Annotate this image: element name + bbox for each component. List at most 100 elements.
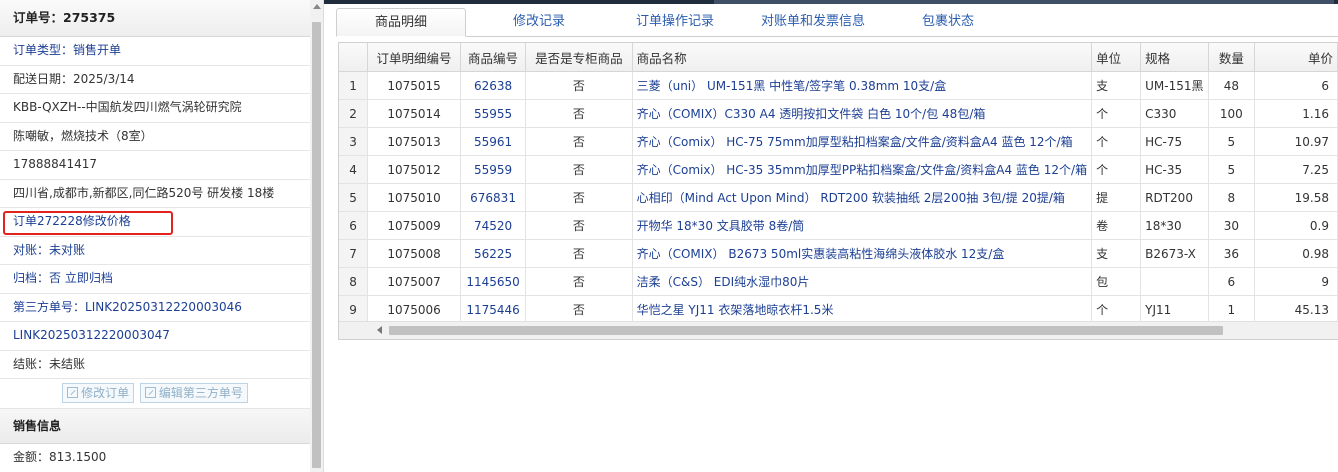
product-code[interactable]: 676831 xyxy=(460,183,527,212)
product-name[interactable]: 华恺之星 YJ11 衣架落地晾衣杆1.5米 xyxy=(632,295,1093,324)
amount-value: 813.1500 xyxy=(49,450,107,464)
product-name[interactable]: 洁柔（C&S） EDI纯水湿巾80片 xyxy=(632,267,1093,296)
detail-id: 1075014 xyxy=(367,99,461,128)
table-row[interactable]: 6 1075009 74520 否开物华 18*30 文具胶带 8卷/筒卷 18*30 3… xyxy=(339,211,1338,240)
horizontal-scroll-thumb[interactable] xyxy=(389,326,1223,335)
contact-row: 陈嘲敏，燃烧技术（8室） xyxy=(0,123,310,151)
product-code-header[interactable]: 商品编号 xyxy=(460,43,527,72)
scroll-thumb[interactable] xyxy=(312,22,321,468)
spec: RDT200 xyxy=(1140,183,1209,212)
tab-order-operations[interactable]: 订单操作记录 xyxy=(612,8,738,36)
table-row[interactable]: 2 1075014 55955 否齐心（COMIX）C330 A4 透明按扣文件袋 白… xyxy=(339,99,1338,128)
product-name[interactable]: 齐心（Comix） HC-75 75mm加厚型粘扣档案盒/文件盒/资料盒A4 蓝… xyxy=(632,127,1093,156)
settlement-row: 结账：未结账 xyxy=(0,351,310,379)
quantity: 6 xyxy=(1208,267,1256,296)
edit-order-button[interactable]: 修改订单 xyxy=(62,383,135,403)
row-number-header[interactable] xyxy=(339,43,369,72)
table-row[interactable]: 1 1075015 62638 否三菱（uni） UM-151黑 中性笔/签字笔 0.… xyxy=(339,71,1338,100)
tab-package-status[interactable]: 包裹状态 xyxy=(896,8,1000,36)
unit-price: 9 xyxy=(1254,267,1338,296)
amount-row: 金额：813.1500 xyxy=(0,444,310,472)
row-number: 3 xyxy=(339,127,369,156)
spec: YJ11 xyxy=(1140,295,1209,324)
unit-price: 0.98 xyxy=(1254,239,1338,268)
counter-product: 否 xyxy=(525,239,633,268)
quantity-header[interactable]: 数量 xyxy=(1208,43,1256,72)
counter-product: 否 xyxy=(525,295,633,324)
table-row[interactable]: 5 1075010 676831 否心相印（Mind Act Upon Mind） R… xyxy=(339,183,1338,212)
unit-price: 19.58 xyxy=(1254,183,1338,212)
unit-price-header[interactable]: 单价 xyxy=(1254,43,1338,72)
quantity: 48 xyxy=(1208,71,1256,100)
edit-third-party-button[interactable]: 编辑第三方单号 xyxy=(139,383,248,403)
reconciliation-row: 对账：未对账 xyxy=(0,237,310,265)
spec: B2673-X xyxy=(1140,239,1209,268)
product-name-header[interactable]: 商品名称 xyxy=(632,43,1093,72)
product-code[interactable]: 56225 xyxy=(460,239,527,268)
unit-header[interactable]: 单位 xyxy=(1091,43,1142,72)
row-number: 5 xyxy=(339,183,369,212)
table-row[interactable]: 8 1075007 1145650 否洁柔（C&S） EDI纯水湿巾80片包 6 9 xyxy=(339,267,1338,296)
highlight-box xyxy=(3,211,173,235)
counter-product-header[interactable]: 是否是专柜商品 xyxy=(525,43,633,72)
spec-header[interactable]: 规格 xyxy=(1140,43,1209,72)
archive-label: 归档： xyxy=(13,271,50,285)
order-number-header: 订单号：275375 xyxy=(0,0,310,37)
quantity: 100 xyxy=(1208,99,1256,128)
product-name[interactable]: 开物华 18*30 文具胶带 8卷/筒 xyxy=(632,211,1093,240)
third-party-row-2: LINK20250312220003047 xyxy=(0,322,310,351)
product-grid: 订单明细编号 商品编号 是否是专柜商品 商品名称 单位 规格 数量 单价 1 1075015 62… xyxy=(338,42,1338,340)
left-panel-scrollbar[interactable] xyxy=(310,0,324,472)
edit-third-party-label: 编辑第三方单号 xyxy=(158,386,243,400)
table-row[interactable]: 9 1075006 1175446 否华恺之星 YJ11 衣架落地晾衣杆1.5米个 YJ… xyxy=(339,295,1338,324)
product-name[interactable]: 齐心（COMIX） B2673 50ml实惠装高粘性海绵头液体胶水 12支/盒 xyxy=(632,239,1093,268)
third-party-number-1: LINK20250312220003046 xyxy=(85,299,242,314)
counter-product: 否 xyxy=(525,127,633,156)
spec: HC-35 xyxy=(1140,155,1209,184)
product-name[interactable]: 三菱（uni） UM-151黑 中性笔/签字笔 0.38mm 10支/盒 xyxy=(632,71,1093,100)
detail-id: 1075007 xyxy=(367,267,461,296)
tab-statement-invoice[interactable]: 对账单和发票信息 xyxy=(738,8,888,36)
unit: 支 xyxy=(1091,71,1142,100)
table-row[interactable]: 7 1075008 56225 否齐心（COMIX） B2673 50ml实惠装高粘性… xyxy=(339,239,1338,268)
product-name[interactable]: 齐心（COMIX）C330 A4 透明按扣文件袋 白色 10个/包 48包/箱 xyxy=(632,99,1093,128)
tab-change-log[interactable]: 修改记录 xyxy=(476,8,602,36)
unit: 个 xyxy=(1091,155,1142,184)
table-row[interactable]: 4 1075012 55959 否齐心（Comix） HC-35 35mm加厚型PP粘… xyxy=(339,155,1338,184)
product-code[interactable]: 55959 xyxy=(460,155,527,184)
detail-id: 1075006 xyxy=(367,295,461,324)
unit-price: 0.9 xyxy=(1254,211,1338,240)
order-info-panel: 订单号：275375 订单类型：销售开单 配送日期：2025/3/14 KBB-QX… xyxy=(0,0,311,472)
product-name[interactable]: 心相印（Mind Act Upon Mind） RDT200 软装抽纸 2层20… xyxy=(632,183,1093,212)
product-code[interactable]: 55955 xyxy=(460,99,527,128)
detail-id: 1075013 xyxy=(367,127,461,156)
horizontal-scrollbar[interactable] xyxy=(339,321,1338,339)
table-row[interactable]: 3 1075013 55961 否齐心（Comix） HC-75 75mm加厚型粘扣档… xyxy=(339,127,1338,156)
unit-price: 6 xyxy=(1254,71,1338,100)
product-code[interactable]: 62638 xyxy=(460,71,527,100)
product-name[interactable]: 齐心（Comix） HC-35 35mm加厚型PP粘扣档案盒/文件盒/资料盒A4… xyxy=(632,155,1093,184)
order-type-row: 订单类型：销售开单 xyxy=(0,37,310,66)
detail-id: 1075010 xyxy=(367,183,461,212)
product-code[interactable]: 74520 xyxy=(460,211,527,240)
edit-icon xyxy=(67,387,79,398)
row-number: 2 xyxy=(339,99,369,128)
product-code[interactable]: 55961 xyxy=(460,127,527,156)
detail-id: 1075008 xyxy=(367,239,461,268)
phone-row: 17888841417 xyxy=(0,151,310,180)
unit: 个 xyxy=(1091,99,1142,128)
detail-id: 1075015 xyxy=(367,71,461,100)
third-party-label: 第三方单号： xyxy=(13,299,86,314)
product-code[interactable]: 1175446 xyxy=(460,295,527,324)
archive-value[interactable]: 否 立即归档 xyxy=(49,271,113,285)
scroll-left-arrow-icon[interactable] xyxy=(377,326,382,334)
price-change-note-row[interactable]: 订单272228修改价格 xyxy=(0,208,310,237)
tab-product-details[interactable]: 商品明细 xyxy=(336,8,466,37)
spec: UM-151黑 xyxy=(1140,71,1209,100)
product-code[interactable]: 1145650 xyxy=(460,267,527,296)
unit: 卷 xyxy=(1091,211,1142,240)
detail-id-header[interactable]: 订单明细编号 xyxy=(367,43,461,72)
row-number: 4 xyxy=(339,155,369,184)
scroll-up-arrow-icon[interactable] xyxy=(313,4,321,9)
unit-price: 1.16 xyxy=(1254,99,1338,128)
